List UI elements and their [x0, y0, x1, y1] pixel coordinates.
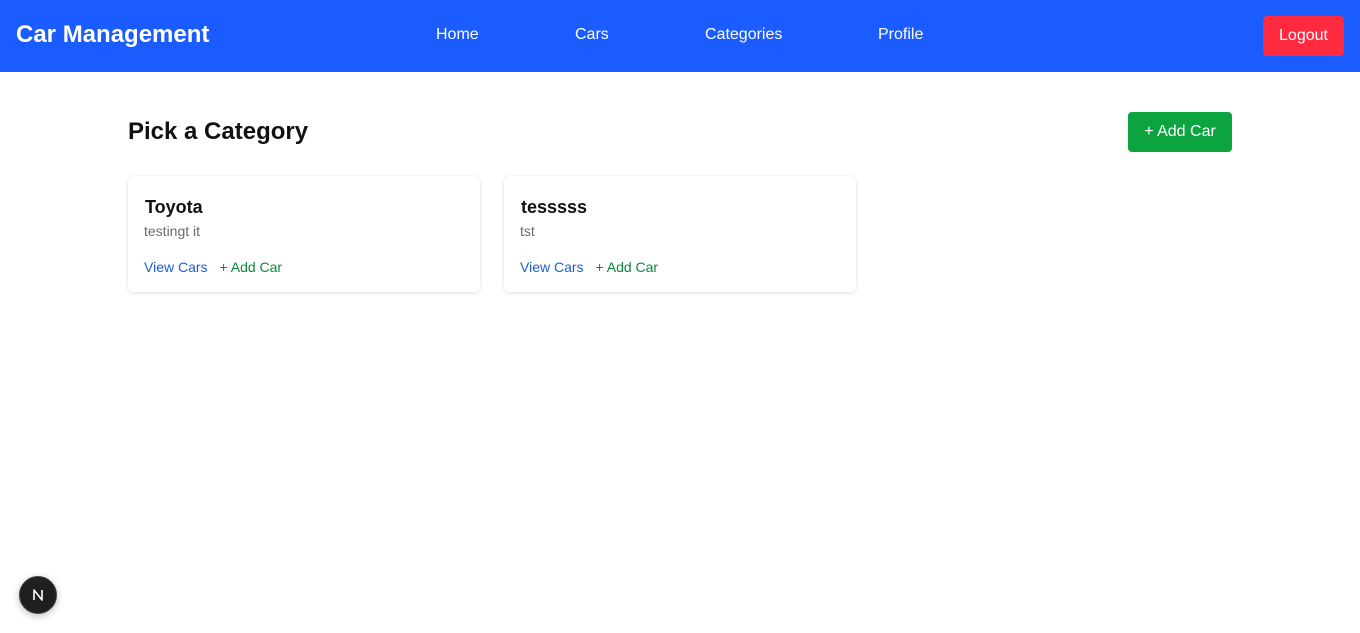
nav-link-cars[interactable]: Cars — [575, 25, 609, 45]
app-brand[interactable]: Car Management — [16, 20, 209, 50]
view-cars-link[interactable]: View Cars — [144, 259, 208, 275]
nav-link-home[interactable]: Home — [436, 25, 479, 45]
page-title: Pick a Category — [128, 118, 309, 145]
nextjs-logo-icon — [33, 589, 43, 601]
category-actions: View Cars + Add Car — [520, 258, 658, 276]
category-actions: View Cars + Add Car — [144, 258, 282, 276]
nav-link-profile[interactable]: Profile — [878, 25, 923, 45]
category-name: Toyota — [145, 197, 203, 217]
category-description: testingt it — [144, 223, 201, 239]
category-name: tesssss — [521, 197, 588, 217]
category-description: tst — [520, 223, 535, 239]
nextjs-dev-badge[interactable] — [19, 576, 57, 614]
logout-button[interactable]: Logout — [1263, 16, 1344, 56]
add-car-button[interactable]: + Add Car — [1128, 112, 1232, 152]
add-car-link[interactable]: + Add Car — [219, 259, 282, 275]
top-navbar: Car Management Home Cars Categories Prof… — [0, 0, 1360, 72]
view-cars-link[interactable]: View Cars — [520, 259, 584, 275]
add-car-link[interactable]: + Add Car — [595, 259, 658, 275]
nav-link-categories[interactable]: Categories — [705, 25, 782, 45]
category-card: tesssss tst View Cars + Add Car — [504, 176, 856, 292]
category-card: Toyota testingt it View Cars + Add Car — [128, 176, 480, 292]
